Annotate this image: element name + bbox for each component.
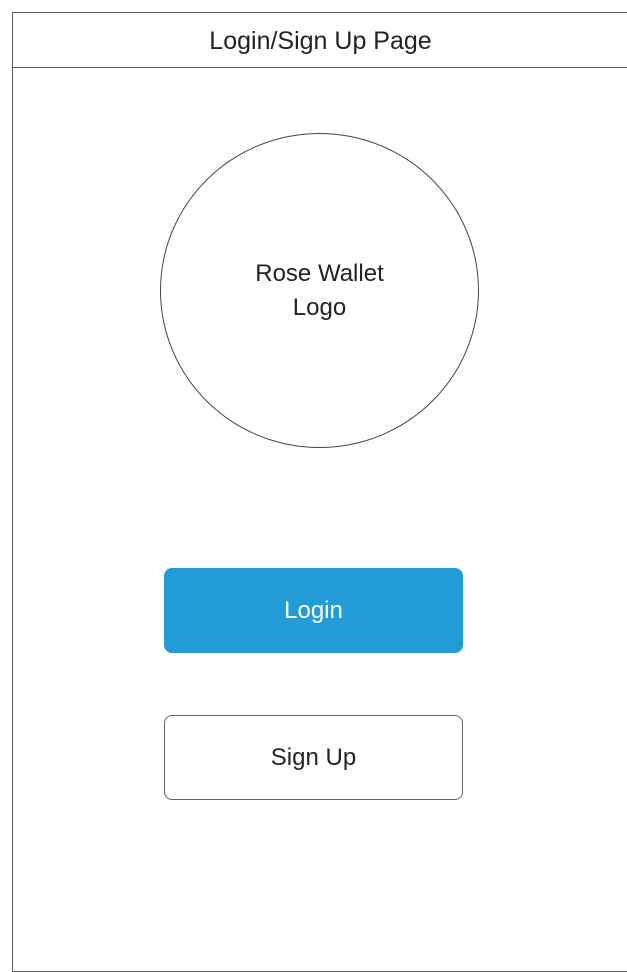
logo-placeholder: Rose Wallet Logo [160, 133, 479, 448]
signup-button-label: Sign Up [270, 743, 357, 771]
login-button[interactable]: Login [164, 568, 463, 653]
login-button-label: Login [284, 596, 343, 624]
phone-frame: Login/Sign Up Page Rose Wallet Logo Logi… [12, 12, 627, 972]
signup-button[interactable]: Sign Up [164, 715, 463, 800]
logo-label: Rose Wallet Logo [255, 259, 384, 321]
page-title: Login/Sign Up Page [209, 27, 432, 55]
title-bar: Login/Sign Up Page [13, 13, 627, 68]
